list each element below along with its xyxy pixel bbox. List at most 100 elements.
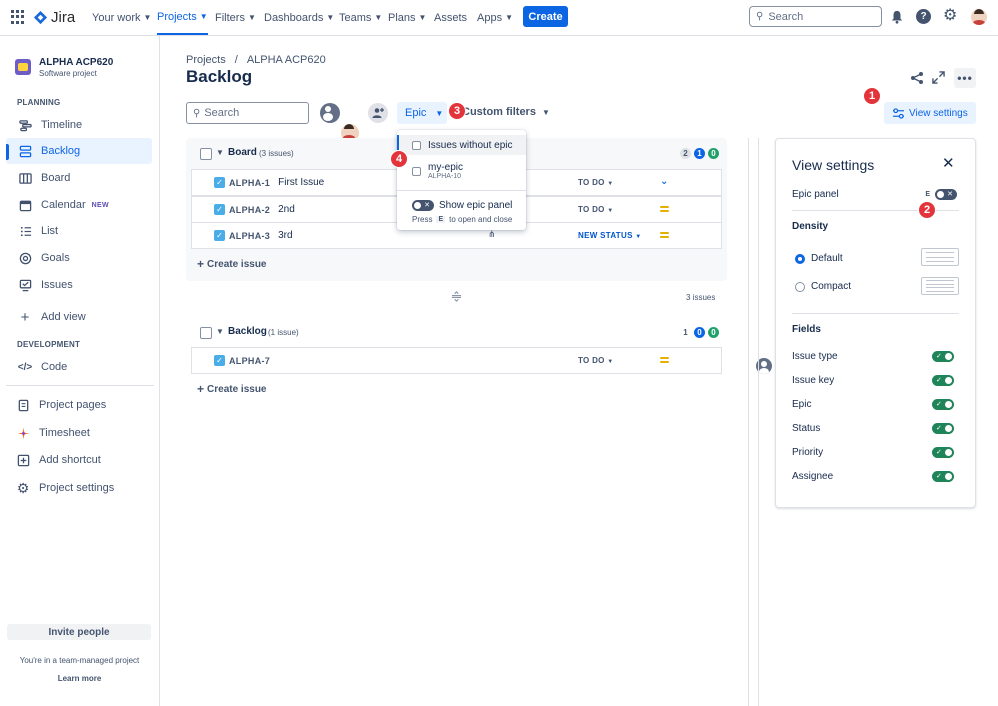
- nav-your-work[interactable]: Your work ▼: [92, 0, 151, 35]
- sidebar-item-timeline[interactable]: Timeline: [6, 112, 152, 138]
- chevron-down-icon: ▼: [607, 181, 614, 187]
- sidebar-item-label: Timeline: [41, 119, 83, 131]
- field-label: Epic: [792, 399, 812, 410]
- field-toggle-status: Status ✓: [792, 423, 957, 434]
- scroll-track[interactable]: [748, 138, 759, 706]
- radio-unselected[interactable]: [795, 281, 805, 292]
- sidebar-item-project-pages[interactable]: Project pages: [6, 392, 152, 418]
- chevron-down-icon[interactable]: ▼: [216, 327, 224, 336]
- more-actions-button[interactable]: •••: [954, 68, 976, 88]
- assignee-filter-avatar-unassigned[interactable]: [320, 103, 340, 123]
- notifications-bell-icon[interactable]: [890, 10, 904, 24]
- issue-key[interactable]: ALPHA-7: [229, 356, 270, 366]
- share-icon[interactable]: [910, 71, 924, 88]
- pages-icon: [16, 398, 30, 412]
- panel-divider: [792, 313, 959, 314]
- density-option-compact[interactable]: Compact: [795, 281, 851, 292]
- learn-more-link[interactable]: Learn more: [0, 674, 159, 683]
- sidebar-item-code[interactable]: </> Code: [6, 354, 152, 380]
- settings-gear-icon[interactable]: ⚙: [943, 8, 957, 24]
- timesheet-app-icon: [16, 426, 30, 440]
- status-dropdown[interactable]: TO DO ▼: [578, 178, 613, 187]
- jira-logo-icon: [33, 10, 48, 24]
- epic-panel-toggle[interactable]: ✕: [935, 189, 957, 200]
- invite-people-button[interactable]: Invite people: [7, 624, 151, 640]
- close-icon[interactable]: ✕: [942, 156, 955, 171]
- annotation-marker-4: 4: [390, 150, 408, 168]
- nav-projects[interactable]: Projects ▼: [157, 0, 208, 35]
- show-epic-panel-toggle-row[interactable]: ✕ Show epic panel: [412, 200, 512, 211]
- issue-key[interactable]: ALPHA-1: [229, 178, 270, 188]
- top-navigation-bar: Jira Your work ▼ Projects ▼ Filters ▼ Dashb…: [0, 0, 998, 36]
- nav-apps[interactable]: Apps ▼: [477, 0, 513, 35]
- density-option-default[interactable]: Default: [795, 253, 843, 264]
- gear-icon: ⚙: [16, 479, 30, 496]
- field-toggle[interactable]: ✓: [932, 447, 954, 458]
- sidebar-item-issues[interactable]: Issues: [6, 272, 152, 298]
- option-checkbox[interactable]: [412, 166, 421, 176]
- dropdown-option-issues-without-epic[interactable]: Issues without epic: [397, 135, 526, 155]
- nav-assets[interactable]: Assets: [434, 0, 467, 35]
- profile-avatar[interactable]: [971, 9, 987, 25]
- chevron-down-icon[interactable]: ▼: [216, 148, 224, 157]
- todo-count-badge: 1: [683, 328, 688, 337]
- sidebar-item-backlog[interactable]: Backlog: [6, 138, 152, 164]
- jira-logo[interactable]: Jira: [33, 8, 75, 26]
- development-heading: DEVELOPMENT: [17, 340, 81, 349]
- app-switcher-icon[interactable]: [11, 10, 25, 24]
- field-label: Assignee: [792, 471, 834, 482]
- fullscreen-expand-icon[interactable]: [932, 71, 945, 87]
- issue-key[interactable]: ALPHA-3: [229, 231, 270, 241]
- chevron-down-icon: ▼: [505, 13, 513, 22]
- search-icon: ⚲: [193, 107, 201, 119]
- field-toggle[interactable]: ✓: [932, 399, 954, 410]
- field-toggle[interactable]: ✓: [932, 471, 954, 482]
- view-settings-button[interactable]: View settings: [884, 102, 976, 124]
- option-checkbox[interactable]: [412, 140, 421, 150]
- nav-teams[interactable]: Teams ▼: [339, 0, 382, 35]
- table-row[interactable]: ✓ ALPHA-7 TO DO ▼: [191, 347, 773, 374]
- breadcrumb-project-link[interactable]: ALPHA ACP620: [247, 54, 326, 66]
- nav-filters[interactable]: Filters ▼: [215, 0, 256, 35]
- backlog-search-input[interactable]: ⚲ Search: [186, 102, 309, 124]
- priority-medium-icon: [660, 232, 669, 238]
- show-epic-panel-toggle[interactable]: ✕: [412, 200, 434, 211]
- dropdown-option-epic[interactable]: my-epic ALPHA-10: [397, 157, 526, 185]
- backlog-select-checkbox[interactable]: [200, 327, 212, 339]
- done-count-badge: 0: [708, 148, 719, 159]
- status-dropdown[interactable]: TO DO ▼: [578, 356, 613, 365]
- sidebar-item-calendar[interactable]: Calendar NEW: [6, 192, 152, 218]
- custom-filters-button[interactable]: Custom filters ▼: [462, 106, 550, 118]
- nav-plans[interactable]: Plans ▼: [388, 0, 426, 35]
- board-select-checkbox[interactable]: [200, 148, 212, 160]
- field-toggle[interactable]: ✓: [932, 375, 954, 386]
- field-toggle[interactable]: ✓: [932, 423, 954, 434]
- board-create-issue-button[interactable]: + Create issue: [197, 257, 267, 271]
- help-icon[interactable]: ?: [916, 9, 931, 24]
- add-people-button[interactable]: [368, 103, 388, 123]
- status-dropdown[interactable]: TO DO ▼: [578, 205, 613, 214]
- create-button[interactable]: Create: [523, 6, 568, 27]
- field-toggle[interactable]: ✓: [932, 351, 954, 362]
- plus-icon: +: [197, 382, 205, 396]
- issue-summary: 2nd: [278, 204, 295, 215]
- issue-key[interactable]: ALPHA-2: [229, 205, 270, 215]
- project-name[interactable]: ALPHA ACP620: [39, 57, 113, 68]
- breadcrumb-projects-link[interactable]: Projects: [186, 54, 226, 66]
- epic-filter-button[interactable]: Epic ▼: [397, 102, 447, 124]
- global-search-input[interactable]: ⚲ Search: [749, 6, 882, 27]
- plus-icon: +: [20, 308, 30, 326]
- radio-selected[interactable]: [795, 253, 805, 264]
- status-dropdown[interactable]: NEW STATUS ▼: [578, 231, 641, 240]
- sidebar-item-project-settings[interactable]: ⚙ Project settings: [6, 475, 152, 501]
- sidebar-item-list[interactable]: List: [6, 218, 152, 244]
- sidebar-item-timesheet[interactable]: Timesheet: [6, 420, 152, 446]
- sidebar-item-add-shortcut[interactable]: Add shortcut: [6, 447, 152, 473]
- resize-drag-handle-icon[interactable]: [451, 291, 462, 305]
- priority-medium-icon: [660, 206, 669, 212]
- backlog-create-issue-button[interactable]: + Create issue: [197, 382, 267, 396]
- add-view-button[interactable]: + Add view: [6, 304, 152, 330]
- nav-dashboards[interactable]: Dashboards ▼: [264, 0, 334, 35]
- sidebar-item-goals[interactable]: Goals: [6, 245, 152, 271]
- sidebar-item-board[interactable]: Board: [6, 165, 152, 191]
